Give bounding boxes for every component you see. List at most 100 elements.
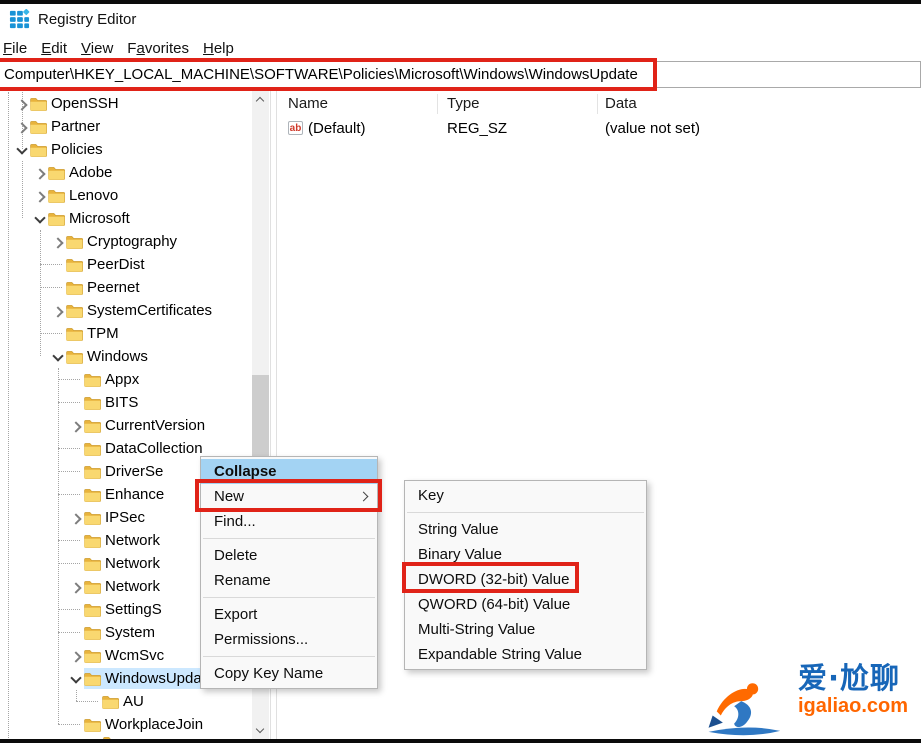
address-bar-input[interactable]: Computer\HKEY_LOCAL_MACHINE\SOFTWARE\Pol…	[0, 61, 921, 88]
tree-item-bits[interactable]: BITS	[0, 391, 252, 414]
menubar-item-help[interactable]: Help	[203, 40, 234, 57]
scroll-down-icon[interactable]	[252, 722, 269, 739]
tree-leaf-spacer	[50, 280, 66, 296]
folder-icon	[66, 350, 83, 364]
tree-item-windows[interactable]: Windows	[0, 345, 252, 368]
column-header-name[interactable]: Name	[288, 95, 328, 112]
folder-icon	[84, 373, 101, 387]
menu-item-new[interactable]: New	[201, 484, 377, 509]
menu-item-copy-key-name[interactable]: Copy Key Name	[201, 661, 377, 686]
menu-item-expandable-string-value[interactable]: Expandable String Value	[405, 642, 646, 667]
tree-item-openssh[interactable]: OpenSSH	[0, 92, 252, 115]
menu-item-find[interactable]: Find...	[201, 509, 377, 534]
string-value-icon: ab	[288, 121, 303, 135]
tree-item-body: BITS	[84, 392, 140, 413]
chevron-right-icon[interactable]	[50, 234, 66, 250]
folder-icon	[30, 97, 47, 111]
menubar-item-file[interactable]: File	[3, 40, 27, 57]
chevron-right-icon[interactable]	[68, 510, 84, 526]
tree-item-lenovo[interactable]: Lenovo	[0, 184, 252, 207]
column-header-data[interactable]: Data	[605, 95, 637, 112]
menubar-item-edit[interactable]: Edit	[41, 40, 67, 57]
watermark: 爱·尬聊 igaliao.com	[696, 652, 911, 738]
folder-icon	[84, 672, 101, 686]
menu-bar: File Edit View Favorites Help	[0, 36, 921, 60]
list-header: Name Type Data	[278, 91, 921, 117]
menu-item-key[interactable]: Key	[405, 483, 646, 508]
tree-item-microsoft[interactable]: Microsoft	[0, 207, 252, 230]
column-header-type[interactable]: Type	[447, 95, 480, 112]
tree-item-label: OpenSSH	[51, 95, 119, 112]
tree-item-peernet[interactable]: Peernet	[0, 276, 252, 299]
menu-item-label: Delete	[214, 547, 257, 564]
tree-item-body: Policies	[30, 139, 105, 160]
chevron-down-icon[interactable]	[68, 671, 84, 687]
tree-item-body: System	[84, 622, 157, 643]
menu-item-binary-value[interactable]: Binary Value	[405, 542, 646, 567]
tree-item-label: Windows	[87, 348, 148, 365]
tree-leaf-spacer	[68, 533, 84, 549]
tree-item-label: Enhance	[105, 486, 164, 503]
chevron-down-icon[interactable]	[14, 142, 30, 158]
tree-item-appx[interactable]: Appx	[0, 368, 252, 391]
tree-leaf-spacer	[68, 395, 84, 411]
tree-item-systemcertificates[interactable]: SystemCertificates	[0, 299, 252, 322]
menu-item-multi-string-value[interactable]: Multi-String Value	[405, 617, 646, 642]
tree-item-body: Partner	[30, 116, 102, 137]
menu-item-dword-32-bit-value[interactable]: DWORD (32-bit) Value	[405, 567, 646, 592]
menu-item-label: DWORD (32-bit) Value	[418, 571, 569, 588]
menu-item-permissions[interactable]: Permissions...	[201, 627, 377, 652]
value-row-default[interactable]: ab(Default)REG_SZ(value not set)	[278, 118, 921, 140]
chevron-right-icon[interactable]	[68, 579, 84, 595]
tree-item-au[interactable]: AU	[0, 690, 252, 713]
menu-separator	[203, 597, 375, 598]
tree-item-tpm[interactable]: TPM	[0, 322, 252, 345]
folder-icon	[30, 120, 47, 134]
scroll-up-icon[interactable]	[252, 91, 269, 108]
menu-item-export[interactable]: Export	[201, 602, 377, 627]
tree-item-peerdist[interactable]: PeerDist	[0, 253, 252, 276]
folder-icon	[84, 626, 101, 640]
tree-item-label: WorkplaceJoin	[105, 716, 203, 733]
column-divider[interactable]	[597, 94, 598, 114]
address-path: Computer\HKEY_LOCAL_MACHINE\SOFTWARE\Pol…	[4, 66, 638, 83]
chevron-right-icon[interactable]	[68, 648, 84, 664]
tree-item-label: Lenovo	[69, 187, 118, 204]
chevron-down-icon[interactable]	[50, 349, 66, 365]
chevron-right-icon[interactable]	[68, 418, 84, 434]
menu-separator	[407, 512, 644, 513]
tree-item-body: Peernet	[66, 277, 142, 298]
chevron-right-icon[interactable]	[32, 165, 48, 181]
menu-item-label: Copy Key Name	[214, 665, 323, 682]
folder-icon	[84, 465, 101, 479]
menu-item-delete[interactable]: Delete	[201, 543, 377, 568]
tree-item-label: WcmSvc	[105, 647, 164, 664]
menu-item-rename[interactable]: Rename	[201, 568, 377, 593]
chevron-right-icon[interactable]	[14, 119, 30, 135]
column-divider[interactable]	[437, 94, 438, 114]
folder-icon	[84, 603, 101, 617]
tree-item-body: AU	[102, 691, 146, 712]
tree-leaf-spacer	[86, 694, 102, 710]
chevron-down-icon[interactable]	[32, 211, 48, 227]
tree-item-adobe[interactable]: Adobe	[0, 161, 252, 184]
chevron-right-icon[interactable]	[14, 96, 30, 112]
tree-item-workplacejoin[interactable]: WorkplaceJoin	[0, 713, 252, 736]
menu-item-string-value[interactable]: String Value	[405, 517, 646, 542]
tree-item-cryptography[interactable]: Cryptography	[0, 230, 252, 253]
tree-item-body: Enhance	[84, 484, 166, 505]
tree-item-label: Network	[105, 555, 160, 572]
menubar-item-view[interactable]: View	[81, 40, 113, 57]
tree-item-currentversion[interactable]: CurrentVersion	[0, 414, 252, 437]
menu-item-collapse[interactable]: Collapse	[201, 459, 377, 484]
tree-item-policies[interactable]: Policies	[0, 138, 252, 161]
chevron-right-icon[interactable]	[50, 303, 66, 319]
menubar-item-favorites[interactable]: Favorites	[127, 40, 189, 57]
tree-item-body: TPM	[66, 323, 121, 344]
tree-item-label: AU	[123, 693, 144, 710]
tree-item-partner[interactable]: Partner	[0, 115, 252, 138]
tree-item-label: BITS	[105, 394, 138, 411]
chevron-right-icon[interactable]	[32, 188, 48, 204]
folder-icon	[84, 511, 101, 525]
menu-item-qword-64-bit-value[interactable]: QWORD (64-bit) Value	[405, 592, 646, 617]
